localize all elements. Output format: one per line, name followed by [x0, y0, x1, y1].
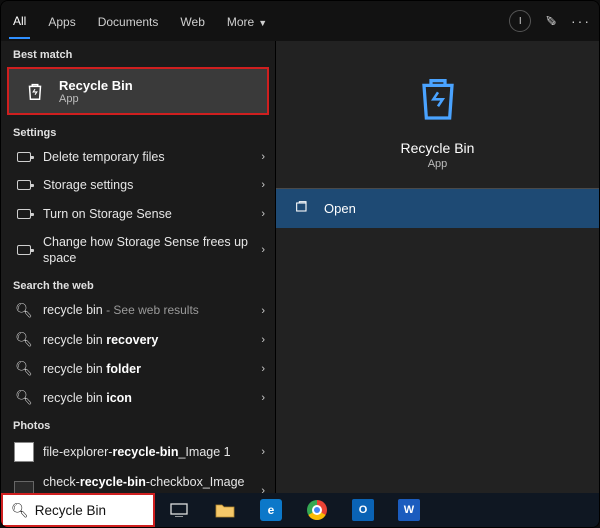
settings-result[interactable]: Change how Storage Sense frees up space … — [1, 228, 275, 273]
search-input[interactable]: 🔍︎ Recycle Bin — [1, 493, 155, 527]
best-match-title: Recycle Bin — [59, 78, 133, 93]
preview-panel: Recycle Bin App Open — [275, 41, 599, 493]
best-match-result[interactable]: Recycle Bin App — [7, 67, 269, 115]
photo-result[interactable]: file-explorer-recycle-bin_Image 1 › — [1, 436, 275, 468]
preview-subtitle: App — [276, 158, 599, 170]
taskbar-edge[interactable]: e — [251, 493, 291, 527]
best-match-subtitle: App — [59, 93, 133, 105]
recycle-bin-icon — [410, 69, 466, 130]
preview-title: Recycle Bin — [276, 140, 599, 156]
search-icon: 🔍︎ — [13, 302, 35, 319]
image-thumb-icon — [13, 442, 35, 462]
chevron-right-icon: › — [261, 151, 265, 163]
search-icon: 🔍︎ — [13, 360, 35, 377]
tab-apps[interactable]: Apps — [44, 4, 79, 38]
open-icon — [294, 199, 312, 218]
chevron-right-icon: › — [261, 208, 265, 220]
search-scope-tabs: All Apps Documents Web More▼ — [9, 3, 509, 39]
recycle-bin-icon — [21, 77, 49, 105]
web-result[interactable]: 🔍︎ recycle bin - See web results › — [1, 296, 275, 325]
open-action[interactable]: Open — [276, 189, 599, 228]
chevron-right-icon: › — [261, 363, 265, 375]
chevron-right-icon: › — [261, 485, 265, 494]
chevron-right-icon: › — [261, 244, 265, 256]
search-icon: 🔍︎ — [13, 331, 35, 348]
search-icon: 🔍︎ — [13, 389, 35, 406]
chevron-right-icon: › — [261, 305, 265, 317]
chevron-right-icon: › — [261, 179, 265, 191]
settings-icon — [13, 180, 35, 190]
tab-documents[interactable]: Documents — [94, 4, 163, 38]
taskbar-word[interactable]: W — [389, 493, 429, 527]
settings-result[interactable]: Storage settings › — [1, 171, 275, 199]
photo-result[interactable]: check-recycle-bin-checkbox_Image 6 › — [1, 468, 275, 493]
image-thumb-icon — [13, 481, 35, 494]
settings-icon — [13, 209, 35, 219]
options-menu[interactable]: ··· — [571, 13, 591, 29]
settings-icon — [13, 245, 35, 255]
user-avatar[interactable]: I — [509, 10, 531, 32]
web-result[interactable]: 🔍︎ recycle bin recovery › — [1, 325, 275, 354]
settings-result[interactable]: Turn on Storage Sense › — [1, 200, 275, 228]
taskbar: e O W — [155, 493, 599, 527]
settings-result[interactable]: Delete temporary files › — [1, 143, 275, 171]
web-result[interactable]: 🔍︎ recycle bin folder › — [1, 354, 275, 383]
section-settings: Settings — [1, 119, 275, 143]
taskbar-chrome[interactable] — [297, 493, 337, 527]
feedback-icon[interactable]: ✐ — [545, 13, 557, 30]
titlebar: All Apps Documents Web More▼ I ✐ ··· — [1, 1, 599, 41]
taskbar-file-explorer[interactable] — [205, 493, 245, 527]
tab-more[interactable]: More▼ — [223, 4, 271, 38]
tab-all[interactable]: All — [9, 3, 30, 39]
search-value: Recycle Bin — [35, 503, 106, 518]
chevron-right-icon: › — [261, 334, 265, 346]
taskbar-outlook[interactable]: O — [343, 493, 383, 527]
search-icon: 🔍︎ — [11, 502, 29, 519]
chevron-right-icon: › — [261, 446, 265, 458]
chevron-right-icon: › — [261, 392, 265, 404]
section-photos: Photos — [1, 412, 275, 436]
section-best-match: Best match — [1, 41, 275, 65]
web-result[interactable]: 🔍︎ recycle bin icon › — [1, 383, 275, 412]
settings-icon — [13, 152, 35, 162]
open-label: Open — [324, 201, 356, 216]
section-search-web: Search the web — [1, 272, 275, 296]
chevron-down-icon: ▼ — [258, 18, 267, 28]
task-view-button[interactable] — [159, 493, 199, 527]
results-panel: Best match Recycle Bin App Settings Dele… — [1, 41, 275, 493]
tab-web[interactable]: Web — [176, 4, 208, 38]
